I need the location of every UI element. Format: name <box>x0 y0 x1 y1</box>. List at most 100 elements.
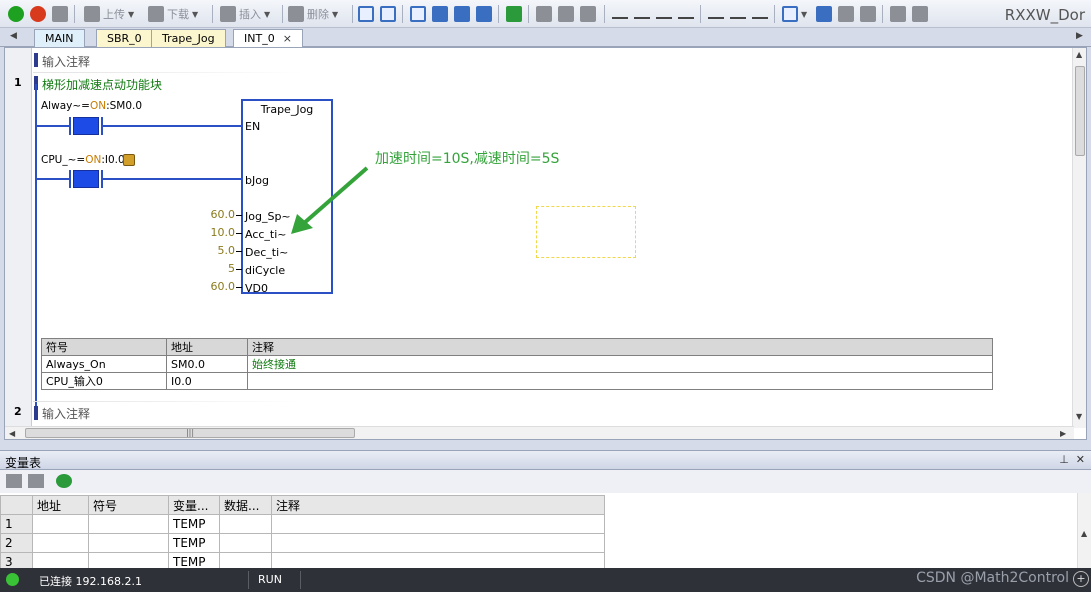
contact-cpu-input0[interactable] <box>73 170 99 188</box>
scroll-left-icon[interactable]: ◀ <box>9 429 15 438</box>
goto-button[interactable] <box>506 5 522 23</box>
close-panel-icon[interactable]: ✕ <box>1076 453 1085 466</box>
pin-icon[interactable]: ⊥ <box>1059 453 1069 466</box>
trend-button[interactable] <box>380 5 396 23</box>
symbol-table-icon <box>816 6 832 22</box>
delete-row-icon[interactable] <box>28 474 44 488</box>
force-button[interactable] <box>580 5 596 23</box>
prev-bookmark-button[interactable] <box>432 5 448 23</box>
editor-vertical-scrollbar[interactable]: ▲ ▼ <box>1072 48 1086 428</box>
pou-comment-input[interactable]: 输入注释 <box>42 53 90 70</box>
pin-dec-time: Dec_ti~ <box>245 246 289 259</box>
run-button[interactable] <box>8 5 24 23</box>
horizontal-scroll-thumb[interactable]: ||| <box>25 428 355 438</box>
insert-left-line-button[interactable] <box>656 5 672 23</box>
insert-row-icon[interactable] <box>6 474 22 488</box>
tab-sbr-0[interactable]: SBR_0 <box>96 29 153 47</box>
chevron-down-icon: ▼ <box>801 9 808 19</box>
tab-int-0[interactable]: INT_0 × <box>233 29 303 47</box>
col-comment: 注释 <box>271 495 605 515</box>
insert-down-line-button[interactable] <box>612 5 628 23</box>
network-title[interactable]: 梯形加减速点动功能块 <box>42 76 162 93</box>
lock-button[interactable] <box>536 5 552 23</box>
insert-button[interactable]: 插入 ▼ <box>220 5 270 23</box>
bookmark-button[interactable] <box>410 5 426 23</box>
cell-data-type[interactable] <box>219 533 272 553</box>
close-tab-icon[interactable]: × <box>283 32 292 45</box>
insert-comment-button[interactable]: ▼ <box>782 5 807 23</box>
program-status-button[interactable] <box>358 5 374 23</box>
tab-scroll-right-icon[interactable]: ▶ <box>1076 31 1083 41</box>
row-number: 2 <box>0 533 33 553</box>
unlock-button[interactable] <box>558 5 574 23</box>
download-button[interactable]: 下载 ▼ <box>148 5 198 23</box>
cell-address[interactable] <box>32 533 89 553</box>
variable-table-scrollbar[interactable]: ▲ <box>1077 493 1091 569</box>
table-row[interactable]: CPU_输入0 I0.0 <box>41 372 993 390</box>
scroll-right-icon[interactable]: ▶ <box>1060 429 1066 438</box>
force-icon <box>580 6 596 22</box>
tab-main[interactable]: MAIN <box>34 29 85 47</box>
scroll-up-icon[interactable]: ▲ <box>1081 529 1087 538</box>
symbol-addressing-button[interactable] <box>838 5 854 23</box>
insert-label: 插入 <box>239 8 261 21</box>
pin-en: EN <box>245 120 261 133</box>
param-dec-time[interactable]: 5.0 <box>185 244 236 258</box>
upload-button[interactable]: 上传 ▼ <box>84 5 134 23</box>
properties-button[interactable] <box>890 5 906 23</box>
variable-table-toolbar <box>0 470 1091 493</box>
library-button[interactable] <box>912 5 928 23</box>
insert-box-button[interactable] <box>752 5 768 23</box>
variable-table-panel: 变量表 ⊥ ✕ 地址 符号 变量... 数据... 注释 1 TEMP 2 TE… <box>0 450 1091 572</box>
insert-coil-button[interactable] <box>730 5 746 23</box>
param-vd0[interactable]: 60.0 <box>185 280 236 294</box>
insert-contact-button[interactable] <box>708 5 724 23</box>
brand-text: RXXW_Dor <box>1004 6 1085 24</box>
network-comment-input[interactable]: 输入注释 <box>42 405 90 422</box>
param-jog-speed[interactable]: 60.0 <box>185 208 236 222</box>
delete-button[interactable]: 删除 ▼ <box>288 5 338 23</box>
cell-symbol[interactable] <box>88 533 169 553</box>
cell-comment[interactable] <box>271 533 605 553</box>
cell-symbol[interactable] <box>88 514 169 534</box>
toolbar-separator <box>402 5 403 23</box>
power-rail <box>35 84 37 406</box>
editor-horizontal-scrollbar[interactable]: ◀ ||| ▶ <box>5 426 1074 439</box>
zoom-in-icon[interactable]: + <box>1073 571 1089 587</box>
toolbar-separator <box>74 5 75 23</box>
cell-data-type[interactable] <box>219 514 272 534</box>
table-row[interactable]: Always_On SM0.0 始终接通 <box>41 355 993 373</box>
tab-label: Trape_Jog <box>162 32 215 45</box>
param-di-cycle[interactable]: 5 <box>185 262 235 276</box>
cell-var-type[interactable]: TEMP <box>168 533 220 553</box>
function-block-title: Trape_Jog <box>260 103 314 116</box>
next-bookmark-button[interactable] <box>454 5 470 23</box>
param-acc-time[interactable]: 10.0 <box>185 226 236 240</box>
pou-comment-icon <box>860 6 876 22</box>
toolbar-separator <box>212 5 213 23</box>
rung-wire <box>37 178 69 180</box>
pou-comment-button[interactable] <box>860 5 876 23</box>
vertical-scroll-thumb[interactable] <box>1075 66 1085 156</box>
tab-scroll-left-icon[interactable]: ◀ <box>10 31 17 41</box>
insert-right-line-button[interactable] <box>678 5 694 23</box>
scroll-up-icon[interactable]: ▲ <box>1076 50 1082 59</box>
insert-up-line-button[interactable] <box>634 5 650 23</box>
contact-icon <box>708 9 724 19</box>
compile-button[interactable] <box>52 5 68 23</box>
table-row[interactable]: 2 TEMP <box>0 533 605 553</box>
tab-trape-jog[interactable]: Trape_Jog <box>151 29 226 47</box>
cell-address[interactable] <box>32 514 89 534</box>
symbol-table-button[interactable] <box>816 5 832 23</box>
rung-wire <box>37 125 69 127</box>
stop-button[interactable] <box>30 5 46 23</box>
contact-always-on[interactable] <box>73 117 99 135</box>
cell-var-type[interactable]: TEMP <box>168 514 220 534</box>
update-icon[interactable] <box>56 474 72 488</box>
scroll-down-icon[interactable]: ▼ <box>1076 412 1082 421</box>
table-row[interactable]: 1 TEMP <box>0 514 605 534</box>
prev-bookmark-icon <box>432 6 448 22</box>
clear-bookmark-button[interactable] <box>476 5 492 23</box>
cell-comment[interactable] <box>271 514 605 534</box>
contact-label: CPU_~=ON:I0.0 <box>41 154 125 166</box>
